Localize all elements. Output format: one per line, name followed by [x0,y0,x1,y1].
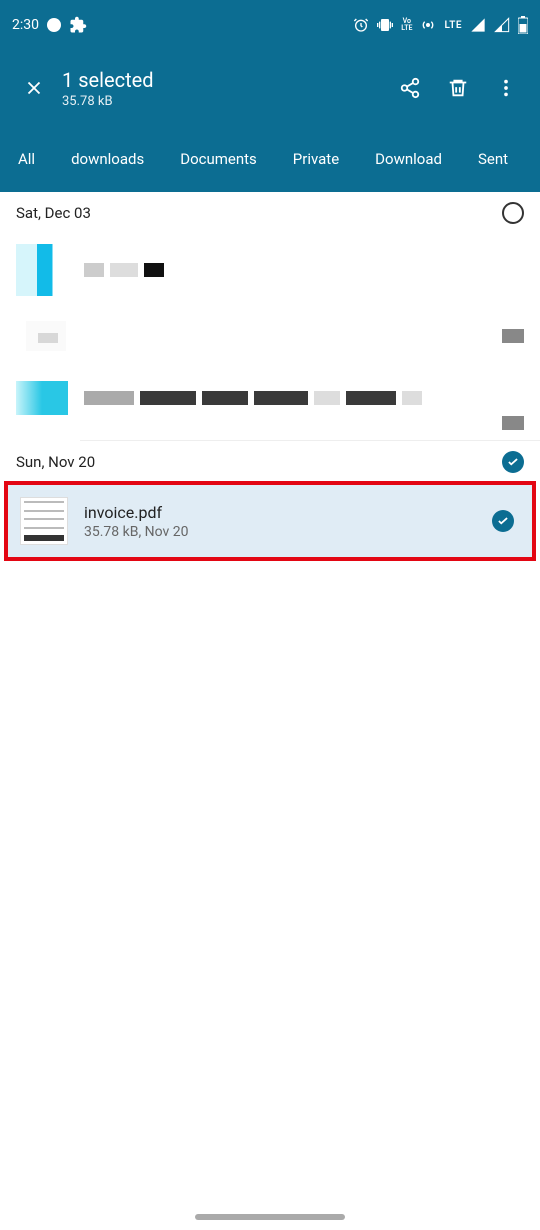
select-all-unchecked-icon[interactable] [502,202,524,224]
signal-icon-2 [494,17,510,33]
signal-icon [470,17,486,33]
tab-sent[interactable]: Sent [460,126,526,192]
close-button[interactable] [10,64,58,112]
tab-documents[interactable]: Documents [162,126,275,192]
hotspot-icon [420,17,436,33]
app-bar: 1 selected 35.78 kB [0,50,540,126]
tab-all[interactable]: All [0,126,53,192]
date-header[interactable]: Sun, Nov 20 [0,441,540,481]
list-item-selected[interactable]: invoice.pdf 35.78 kB, Nov 20 [8,485,532,557]
vibrate-icon [377,17,393,33]
file-name: invoice.pdf [84,503,476,522]
extension-icon [69,16,87,34]
status-left: 2:30 [12,16,87,34]
delete-button[interactable] [434,64,482,112]
list-item[interactable] [0,364,540,440]
highlighted-selection: invoice.pdf 35.78 kB, Nov 20 [4,481,536,561]
status-bar: 2:30 Vo LTE LTE [0,0,540,50]
tab-downloads[interactable]: downloads [53,126,162,192]
file-meta: 35.78 kB, Nov 20 [84,524,476,540]
close-icon [23,77,45,99]
tab-bar: All downloads Documents Private Download… [0,126,540,192]
tab-private[interactable]: Private [275,126,357,192]
file-thumbnail [16,381,68,415]
volte-indicator: Vo LTE [401,18,412,32]
trash-icon [447,77,469,99]
selection-size: 35.78 kB [62,94,386,109]
battery-icon [518,16,528,34]
lte-indicator: LTE [444,20,462,31]
select-all-checked-icon[interactable] [502,451,524,473]
alarm-icon [353,17,369,33]
redacted-block [502,416,524,430]
list-item[interactable] [0,308,540,364]
redacted-text [84,391,524,405]
share-icon [399,77,421,99]
redacted-text [84,263,164,277]
file-thumbnail [26,321,66,351]
list-item[interactable] [0,232,540,308]
status-right: Vo LTE LTE [353,16,528,34]
file-thumbnail [20,497,68,545]
date-label: Sat, Dec 03 [16,204,91,222]
selection-title-block: 1 selected 35.78 kB [62,68,386,109]
tab-download[interactable]: Download [357,126,460,192]
selected-check-icon[interactable] [492,510,514,532]
file-info: invoice.pdf 35.78 kB, Nov 20 [84,503,476,540]
date-label: Sun, Nov 20 [16,453,95,471]
overflow-menu-button[interactable] [482,64,530,112]
status-time: 2:30 [12,17,39,33]
redacted-block [502,329,524,343]
notification-dot-icon [47,18,61,32]
share-button[interactable] [386,64,434,112]
date-header[interactable]: Sat, Dec 03 [0,192,540,232]
check-icon [496,514,510,528]
more-vert-icon [495,77,517,99]
selection-count: 1 selected [62,68,386,92]
nav-handle[interactable] [195,1214,345,1220]
file-thumbnail [16,244,68,296]
check-icon [506,455,520,469]
